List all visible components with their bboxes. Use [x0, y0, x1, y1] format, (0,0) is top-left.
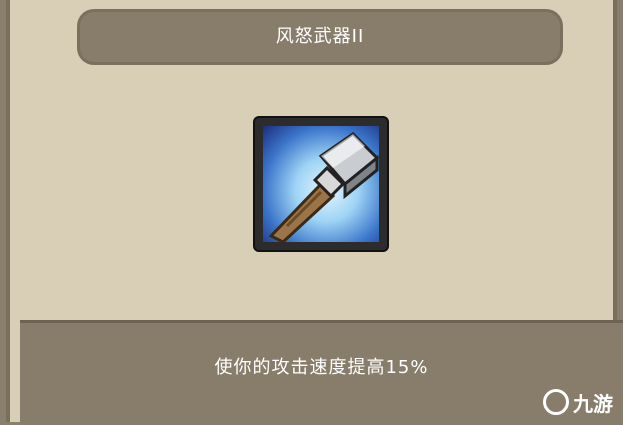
skill-description: 使你的攻击速度提高15%	[214, 357, 429, 378]
description-box: 使你的攻击速度提高15% 九游	[20, 320, 623, 425]
skill-title: 风怒武器II	[275, 26, 365, 47]
title-banner: 风怒武器II	[50, 12, 590, 62]
war-hammer-icon	[263, 126, 379, 242]
skill-panel: 风怒武器II 使你的攻击速度提高15% 九游	[6, 0, 623, 425]
site-watermark: 九游	[543, 387, 613, 417]
logo-icon	[543, 389, 569, 415]
watermark-text: 九游	[573, 391, 613, 416]
skill-icon-frame[interactable]	[255, 118, 387, 250]
